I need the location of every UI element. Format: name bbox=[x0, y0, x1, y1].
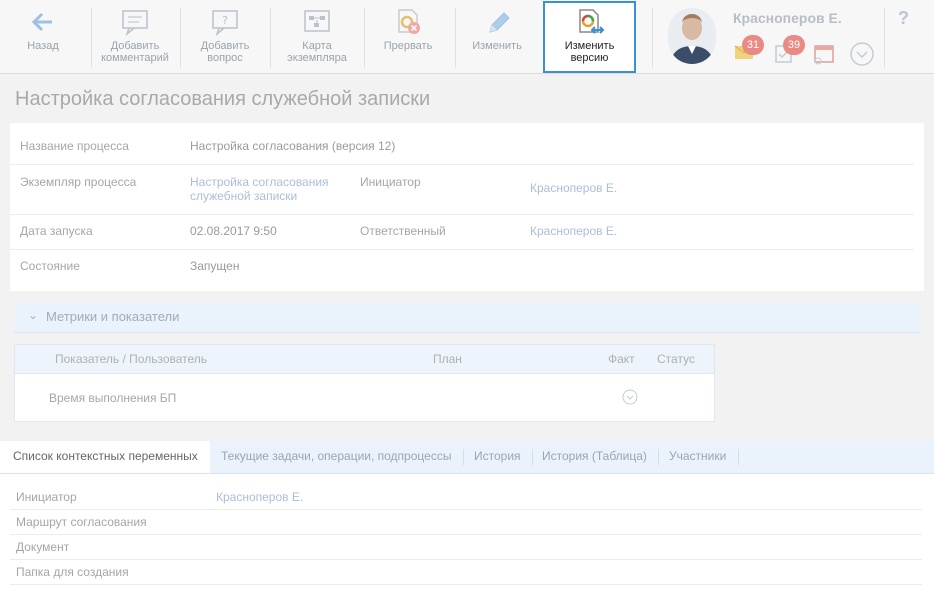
calendar-icon[interactable] bbox=[812, 43, 836, 65]
responsible-link[interactable]: Красноперов Е. bbox=[530, 224, 617, 238]
tab-context-variables[interactable]: Список контекстных переменных bbox=[0, 441, 210, 473]
column-header-status[interactable]: Статус bbox=[657, 352, 695, 366]
column-header-indicator[interactable]: Показатель / Пользователь bbox=[55, 352, 207, 366]
list-item: Инициатор Красноперов Е. bbox=[10, 485, 922, 510]
back-label: Назад bbox=[27, 40, 59, 52]
info-row-state: Состояние Запущен bbox=[10, 249, 914, 289]
metrics-title: Метрики и показатели bbox=[46, 309, 180, 324]
start-date-value: 02.08.2017 9:50 bbox=[190, 224, 277, 238]
state-label: Состояние bbox=[20, 259, 80, 273]
add-question-button[interactable]: ? Добавить вопрос bbox=[184, 0, 266, 73]
process-info-panel: Название процесса Настройка согласования… bbox=[10, 123, 924, 291]
process-name-label: Название процесса bbox=[20, 139, 129, 153]
tab-history[interactable]: История bbox=[474, 441, 521, 473]
add-question-label-1: Добавить bbox=[200, 40, 250, 52]
tab-participants[interactable]: Участники bbox=[669, 441, 726, 473]
tab-history-table[interactable]: История (Таблица) bbox=[542, 441, 647, 473]
start-date-label: Дата запуска bbox=[20, 224, 93, 238]
variable-name: Инициатор bbox=[16, 490, 77, 504]
change-version-label-2: версию bbox=[570, 52, 609, 64]
table-row[interactable]: Время выполнения БП bbox=[15, 374, 714, 420]
abort-process-icon bbox=[398, 9, 420, 34]
svg-text:?: ? bbox=[222, 14, 228, 27]
user-avatar-icon bbox=[668, 8, 716, 64]
variable-name: Папка для создания bbox=[16, 565, 129, 579]
column-header-fact[interactable]: Факт bbox=[608, 352, 635, 366]
chevron-down-icon: ⌄ bbox=[28, 308, 39, 322]
info-row-instance: Экземпляр процесса Настройка согласовани… bbox=[10, 164, 914, 215]
comment-icon bbox=[122, 10, 148, 36]
variable-name: Маршрут согласования bbox=[16, 515, 147, 529]
metrics-section-header[interactable]: ⌄ Метрики и показатели bbox=[14, 302, 920, 333]
instance-link-line-2: служебной записки bbox=[190, 189, 298, 203]
info-row-start-date: Дата запуска 02.08.2017 9:50 Ответственн… bbox=[10, 214, 914, 250]
list-item: Маршрут согласования bbox=[10, 510, 922, 535]
context-variables-list: Инициатор Красноперов Е. Маршрут согласо… bbox=[0, 474, 934, 596]
tab-bar: Список контекстных переменных Текущие за… bbox=[0, 441, 934, 474]
back-button[interactable]: Назад bbox=[10, 0, 76, 73]
variable-name: Документ bbox=[16, 540, 70, 554]
tab-current-tasks[interactable]: Текущие задачи, операции, подпроцессы bbox=[221, 441, 451, 473]
instance-label: Экземпляр процесса bbox=[20, 175, 137, 189]
abort-label: Прервать bbox=[383, 40, 433, 52]
edit-button[interactable]: Изменить bbox=[458, 0, 536, 73]
tasks-count-badge: 39 bbox=[783, 35, 805, 55]
metric-name: Время выполнения БП bbox=[49, 391, 177, 405]
pencil-icon bbox=[489, 12, 510, 33]
add-comment-button[interactable]: Добавить комментарий bbox=[94, 0, 176, 73]
metrics-table-header: Показатель / Пользователь План Факт Стат… bbox=[15, 345, 714, 374]
add-comment-label-1: Добавить bbox=[110, 40, 160, 52]
page-title: Настройка согласования служебной записки bbox=[15, 88, 431, 110]
avatar[interactable] bbox=[668, 8, 716, 64]
info-row-process-name: Название процесса Настройка согласования… bbox=[10, 123, 914, 165]
instance-link-line-1: Настройка согласования bbox=[190, 175, 329, 189]
edit-label: Изменить bbox=[472, 40, 522, 52]
list-item: Документ bbox=[10, 535, 922, 560]
change-version-icon bbox=[578, 9, 604, 34]
arrow-left-icon bbox=[31, 12, 52, 32]
change-version-button[interactable]: Изменить версию bbox=[543, 1, 636, 73]
instance-map-label-2: экземпляра bbox=[287, 52, 347, 64]
abort-button[interactable]: Прервать bbox=[368, 0, 448, 73]
variable-value-link[interactable]: Красноперов Е. bbox=[216, 490, 303, 504]
add-comment-label-2: комментарий bbox=[101, 52, 169, 64]
instance-link[interactable]: Настройка согласования служебной записки bbox=[190, 175, 329, 203]
list-item: Папка для создания bbox=[10, 560, 922, 585]
responsible-label: Ответственный bbox=[360, 224, 446, 238]
initiator-label: Инициатор bbox=[360, 175, 421, 189]
change-version-label-1: Изменить bbox=[564, 40, 615, 52]
expand-circle-icon[interactable] bbox=[622, 389, 638, 405]
instance-map-label-1: Карта bbox=[302, 40, 332, 52]
user-name[interactable]: Красноперов Е. bbox=[733, 10, 842, 26]
toolbar: Назад Добавить комментарий ? Добавить во… bbox=[0, 0, 934, 74]
add-question-label-2: вопрос bbox=[207, 52, 243, 64]
mail-count-badge: 31 bbox=[742, 35, 764, 55]
help-button[interactable]: ? bbox=[898, 8, 909, 29]
metrics-table: Показатель / Пользователь План Факт Стат… bbox=[14, 344, 715, 422]
chevron-down-circle-icon[interactable] bbox=[849, 41, 875, 67]
state-value: Запущен bbox=[190, 259, 240, 273]
question-bubble-icon: ? bbox=[212, 10, 238, 36]
initiator-link[interactable]: Красноперов Е. bbox=[530, 181, 617, 195]
instance-map-button[interactable]: Карта экземпляра bbox=[274, 0, 360, 73]
process-map-icon bbox=[304, 10, 330, 32]
column-header-plan[interactable]: План bbox=[433, 352, 462, 366]
process-name-value: Настройка согласования (версия 12) bbox=[190, 139, 396, 153]
